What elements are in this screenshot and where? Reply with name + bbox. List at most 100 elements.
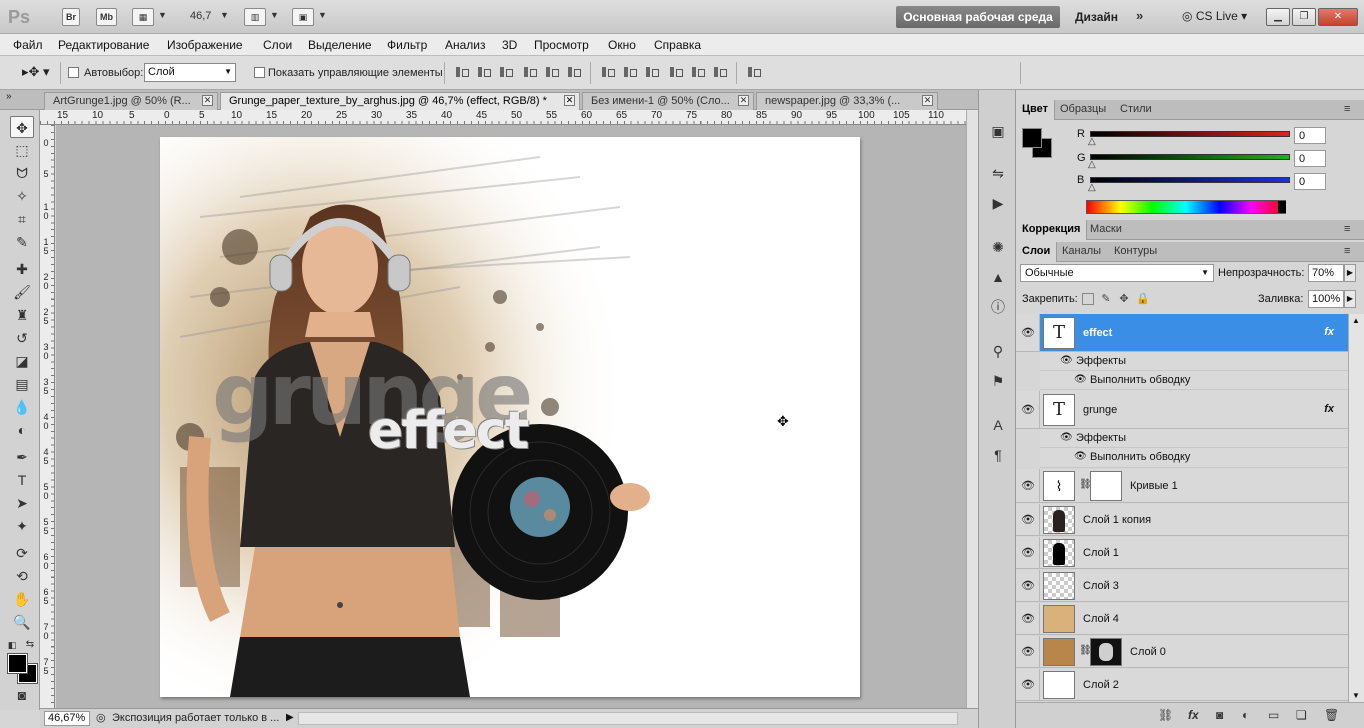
menu-file[interactable]: Файл: [13, 38, 43, 52]
tab-newspaper[interactable]: newspaper.jpg @ 33,3% (... ✕: [756, 92, 938, 110]
eye-icon[interactable]: 👁: [1021, 579, 1035, 592]
align-bottom-icon[interactable]: [498, 65, 514, 79]
distribute-vcenter-icon[interactable]: [622, 65, 638, 79]
menu-layers[interactable]: Слои: [263, 38, 292, 52]
history-brush-tool-icon[interactable]: ↺: [10, 327, 34, 349]
pen-tool-icon[interactable]: ✒: [10, 446, 34, 468]
autoselect-checkbox[interactable]: [68, 67, 79, 78]
add-mask-icon[interactable]: ◙: [1216, 708, 1223, 722]
dodge-tool-icon[interactable]: ◐: [10, 419, 34, 441]
eye-icon[interactable]: 👁: [1021, 479, 1035, 492]
eye-icon[interactable]: 👁: [1074, 451, 1087, 462]
layer-row[interactable]: 👁 T grunge fx: [1016, 391, 1348, 429]
menu-image[interactable]: Изображение: [167, 38, 243, 52]
eye-icon[interactable]: 👁: [1021, 546, 1035, 559]
cs-live-menu[interactable]: ◎ CS Live ▾: [1182, 9, 1247, 23]
brush-panel-icon[interactable]: ⚲: [988, 342, 1008, 360]
distribute-left-icon[interactable]: [668, 65, 684, 79]
bridge-button[interactable]: Br: [62, 8, 81, 26]
opacity-field[interactable]: 70%: [1308, 264, 1344, 282]
scroll-down-icon[interactable]: ▼: [1352, 691, 1360, 700]
layer-name[interactable]: Слой 3: [1083, 580, 1119, 592]
opacity-arrow-icon[interactable]: ▶: [1344, 264, 1356, 282]
menu-analysis[interactable]: Анализ: [445, 38, 486, 52]
collapse-toolbar-icon[interactable]: »: [6, 91, 12, 102]
panel-menu-icon[interactable]: ≡: [1338, 220, 1356, 240]
mini-bridge-button[interactable]: Mb: [96, 8, 117, 26]
brush-tool-icon[interactable]: 🖌: [10, 281, 34, 303]
layer-effects-row[interactable]: 👁 Эффекты: [1040, 352, 1348, 371]
layer-mask-thumbnail[interactable]: [1090, 638, 1122, 666]
layer-name[interactable]: Слой 0: [1130, 646, 1166, 658]
lock-all-icon[interactable]: 🔒: [1136, 293, 1150, 305]
eye-icon[interactable]: 👁: [1060, 432, 1073, 443]
vertical-scrollbar[interactable]: [966, 110, 978, 708]
show-controls-checkbox[interactable]: [254, 67, 265, 78]
screen-mode-dropdown-icon[interactable]: ▼: [318, 10, 327, 20]
3d-rotate-tool-icon[interactable]: ⟳: [10, 542, 34, 564]
quick-mask-icon[interactable]: ◙: [10, 684, 34, 706]
menu-3d[interactable]: 3D: [502, 38, 517, 52]
actions-panel-icon[interactable]: ⇋: [988, 164, 1008, 182]
layer-name[interactable]: Слой 4: [1083, 613, 1119, 625]
color-fg-swatch[interactable]: [1022, 128, 1042, 148]
distribute-hcenter-icon[interactable]: [690, 65, 706, 79]
tab-layers[interactable]: Слои: [1016, 242, 1058, 262]
eye-icon[interactable]: 👁: [1074, 374, 1087, 385]
clone-source-panel-icon[interactable]: ⚑: [988, 372, 1008, 390]
screen-mode-icon[interactable]: ▣: [292, 8, 314, 26]
minimize-button[interactable]: ▁: [1266, 8, 1290, 26]
restore-button[interactable]: ❐: [1292, 8, 1316, 26]
spectrum-black-swatch[interactable]: [1278, 201, 1286, 213]
layer-name[interactable]: Слой 1 копия: [1083, 514, 1151, 526]
canvas-area[interactable]: grunge effect ✥: [56, 125, 966, 708]
slider-b-knob-icon[interactable]: △: [1088, 182, 1096, 193]
layer-row[interactable]: 👁 Слой 1 копия: [1016, 504, 1348, 536]
document-canvas[interactable]: grunge effect ✥: [160, 137, 860, 697]
value-g[interactable]: 0: [1294, 150, 1326, 167]
crop-tool-icon[interactable]: ⌗: [10, 208, 34, 230]
layer-row[interactable]: 👁 Слой 2: [1016, 669, 1348, 701]
quick-select-tool-icon[interactable]: ✧: [10, 185, 34, 207]
menu-edit[interactable]: Редактирование: [58, 38, 149, 52]
character-panel-icon[interactable]: A: [988, 416, 1008, 434]
layers-scrollbar[interactable]: ▲ ▼: [1348, 314, 1364, 702]
add-style-icon[interactable]: fx: [1188, 708, 1199, 722]
eye-icon[interactable]: 👁: [1021, 678, 1035, 691]
layer-row[interactable]: 👁 Слой 4: [1016, 603, 1348, 635]
layer-row[interactable]: 👁 ⌇ ⛓ Кривые 1: [1016, 469, 1348, 503]
menu-view[interactable]: Просмотр: [534, 38, 589, 52]
link-layers-icon[interactable]: ⛓: [1158, 708, 1173, 722]
history-panel-icon[interactable]: ▣: [988, 122, 1008, 140]
menu-select[interactable]: Выделение: [308, 38, 372, 52]
layer-row[interactable]: 👁 Слой 1: [1016, 537, 1348, 569]
autoselect-select[interactable]: Слой ▼: [144, 63, 236, 82]
tab-color[interactable]: Цвет: [1016, 100, 1056, 120]
view-extras-icon[interactable]: ▦: [132, 8, 154, 26]
menu-help[interactable]: Справка: [654, 38, 701, 52]
status-expand-icon[interactable]: ▶: [286, 712, 294, 723]
status-zoom-field[interactable]: 46,67%: [44, 711, 90, 726]
horizontal-scrollbar[interactable]: [298, 712, 958, 725]
trash-icon[interactable]: 🗑: [1324, 708, 1339, 722]
new-group-icon[interactable]: ▭: [1268, 708, 1279, 722]
shape-tool-icon[interactable]: ✦: [10, 515, 34, 537]
move-tool-icon[interactable]: ✥: [10, 116, 34, 138]
layer-effects-row[interactable]: 👁 Эффекты: [1040, 429, 1348, 448]
eye-icon[interactable]: 👁: [1021, 645, 1035, 658]
blend-mode-select[interactable]: Обычные ▼: [1020, 264, 1214, 282]
clone-stamp-tool-icon[interactable]: ♜: [10, 304, 34, 326]
swap-colors-icon[interactable]: ⇆: [24, 634, 36, 656]
layer-effect-stroke-row[interactable]: 👁 Выполнить обводку: [1040, 448, 1348, 468]
tab-grunge-paper[interactable]: Grunge_paper_texture_by_arghus.jpg @ 46,…: [220, 92, 580, 110]
close-button[interactable]: ✕: [1318, 8, 1358, 26]
tab-artgrunge[interactable]: ArtGrunge1.jpg @ 50% (R... ✕: [44, 92, 218, 110]
layer-name[interactable]: Кривые 1: [1130, 480, 1178, 492]
tab-paths[interactable]: Контуры: [1108, 242, 1163, 262]
align-right-icon[interactable]: [566, 65, 582, 79]
3d-orbit-tool-icon[interactable]: ⟲: [10, 565, 34, 587]
arrange-documents-icon[interactable]: ▥: [244, 8, 266, 26]
eye-icon[interactable]: 👁: [1021, 326, 1035, 339]
histogram-panel-icon[interactable]: ▲: [988, 268, 1008, 286]
menu-window[interactable]: Окно: [608, 38, 636, 52]
